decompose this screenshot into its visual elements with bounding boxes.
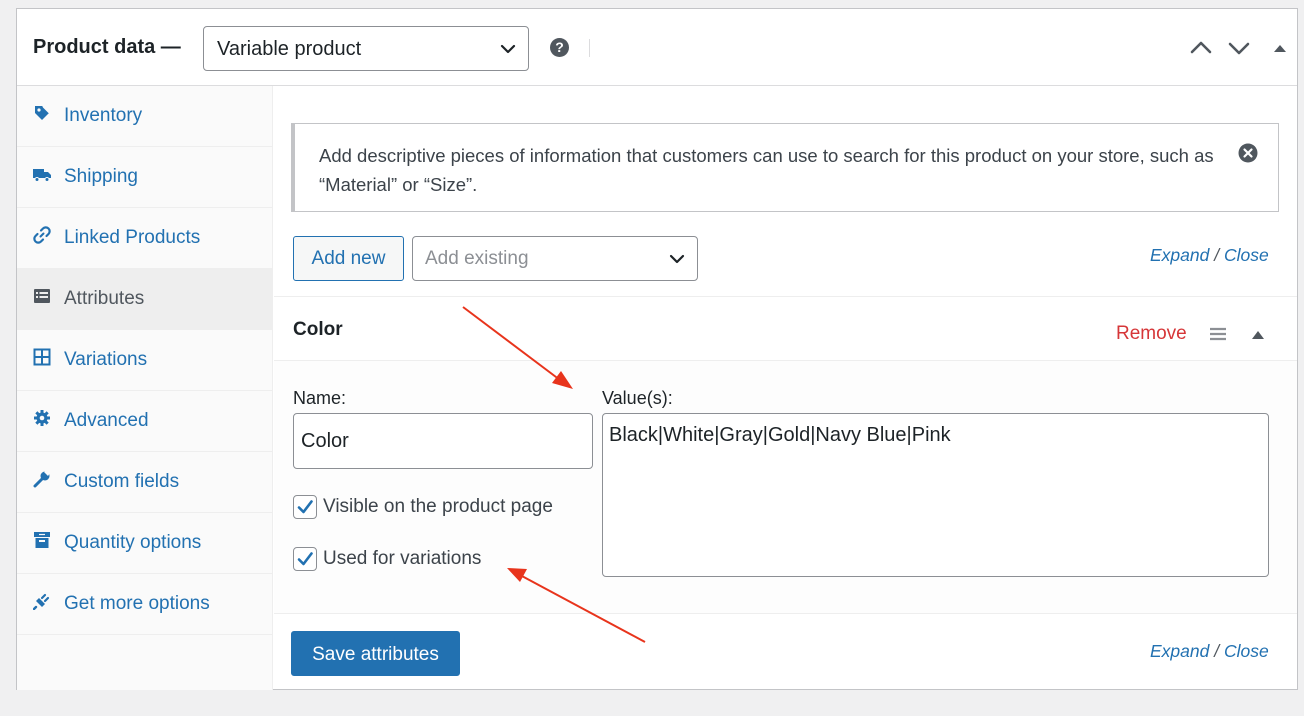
- truck-icon: [33, 169, 51, 182]
- add-existing-attribute-select[interactable]: Add existing: [412, 236, 698, 281]
- move-up-icon[interactable]: [1188, 37, 1214, 59]
- attribute-header[interactable]: Color Remove: [274, 296, 1297, 361]
- sidebar-item-attributes[interactable]: Attributes: [17, 269, 272, 330]
- sidebar-item-get-more-options[interactable]: Get more options: [17, 574, 272, 635]
- sidebar-item-label: Get more options: [64, 593, 210, 614]
- sidebar-item-label: Attributes: [64, 288, 145, 309]
- checkmark-icon: [297, 500, 313, 514]
- sidebar-item-custom-fields[interactable]: Custom fields: [17, 452, 272, 513]
- checkmark-icon: [297, 552, 313, 566]
- panel-title: Product data —: [33, 36, 181, 58]
- close-all-link[interactable]: Close: [1224, 641, 1269, 661]
- remove-attribute-link[interactable]: Remove: [1116, 323, 1187, 345]
- values-label: Value(s):: [602, 388, 673, 408]
- sidebar-item-advanced[interactable]: Advanced: [17, 391, 272, 452]
- attribute-title: Color: [293, 319, 343, 340]
- product-data-panel: Product data — Variable product ? Invent…: [16, 8, 1298, 690]
- visible-on-product-page-checkbox[interactable]: [293, 495, 317, 519]
- save-attributes-button[interactable]: Save attributes: [291, 631, 460, 676]
- attributes-info-notice: Add descriptive pieces of information th…: [291, 123, 1279, 212]
- visible-on-product-page-label: Visible on the product page: [323, 496, 553, 517]
- used-for-variations-label: Used for variations: [323, 548, 482, 569]
- archive-icon: [34, 532, 50, 548]
- expand-all-link[interactable]: Expand: [1150, 245, 1209, 265]
- dismiss-notice-icon[interactable]: [1238, 143, 1258, 163]
- attribute-name-input[interactable]: [293, 413, 593, 469]
- move-down-icon[interactable]: [1226, 37, 1252, 59]
- sidebar-item-label: Inventory: [64, 105, 143, 126]
- chevron-down-icon: [669, 254, 685, 264]
- close-all-link[interactable]: Close: [1224, 245, 1269, 265]
- sidebar-item-label: Linked Products: [64, 227, 201, 248]
- sidebar-item-label: Advanced: [64, 410, 149, 431]
- product-data-header: Product data — Variable product ?: [17, 9, 1297, 86]
- sidebar-item-label: Custom fields: [64, 471, 180, 492]
- sidebar-item-label: Shipping: [64, 166, 138, 187]
- add-new-attribute-button[interactable]: Add new: [293, 236, 404, 281]
- used-for-variations-checkbox[interactable]: [293, 547, 317, 571]
- notice-text: Add descriptive pieces of information th…: [319, 145, 1214, 195]
- gear-icon: [34, 410, 50, 426]
- collapse-attribute-icon[interactable]: [1250, 328, 1266, 342]
- sidebar-item-label: Variations: [64, 349, 148, 370]
- sidebar-item-linked-products[interactable]: Linked Products: [17, 208, 272, 269]
- sidebar-item-shipping[interactable]: Shipping: [17, 147, 272, 208]
- grid-icon: [33, 348, 51, 366]
- sidebar-item-quantity-options[interactable]: Quantity options: [17, 513, 272, 574]
- add-existing-placeholder: Add existing: [425, 248, 529, 269]
- expand-all-link[interactable]: Expand: [1150, 641, 1209, 661]
- help-icon[interactable]: ?: [550, 38, 569, 57]
- header-divider: [589, 39, 590, 57]
- expand-close-bottom: Expand / Close: [1150, 641, 1269, 662]
- list-icon: [34, 289, 50, 303]
- product-type-value: Variable product: [217, 38, 362, 60]
- expand-close-top: Expand / Close: [1150, 245, 1269, 266]
- expand-close-separator: /: [1214, 641, 1220, 661]
- drag-handle-icon[interactable]: [1209, 327, 1227, 341]
- link-icon: [33, 226, 51, 244]
- chevron-down-icon: [500, 44, 516, 54]
- attribute-values-textarea[interactable]: Black|White|Gray|Gold|Navy Blue|Pink: [602, 413, 1269, 577]
- collapse-panel-icon[interactable]: [1267, 37, 1293, 59]
- sidebar-item-variations[interactable]: Variations: [17, 330, 272, 391]
- plug-icon: [33, 593, 50, 610]
- wrench-icon: [33, 470, 50, 488]
- product-type-select[interactable]: Variable product: [203, 26, 529, 71]
- attribute-body: Name: Value(s): Black|White|Gray|Gold|Na…: [274, 361, 1297, 614]
- sidebar-item-inventory[interactable]: Inventory: [17, 86, 272, 147]
- product-data-tabs: Inventory Shipping Linked Products Attri…: [17, 86, 273, 690]
- expand-close-separator: /: [1214, 245, 1220, 265]
- sidebar-item-label: Quantity options: [64, 532, 202, 553]
- name-label: Name:: [293, 388, 347, 408]
- tag-icon: [35, 106, 50, 120]
